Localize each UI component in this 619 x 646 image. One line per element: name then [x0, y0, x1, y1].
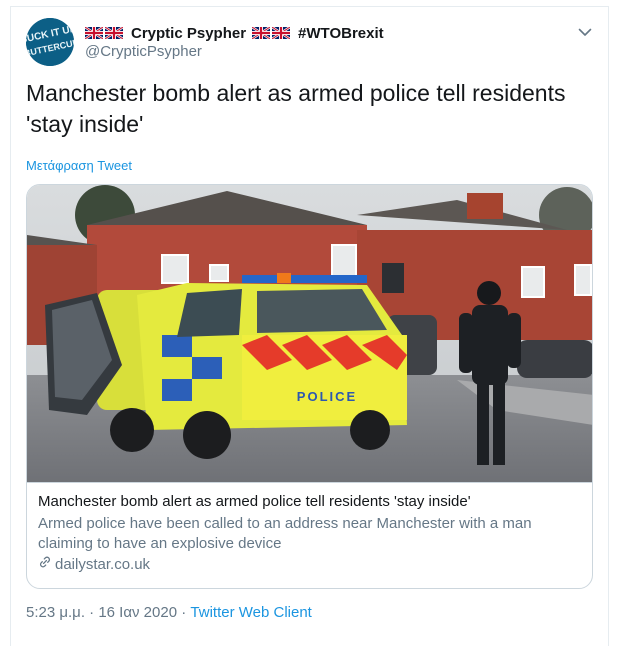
card-title: Manchester bomb alert as armed police te…	[38, 493, 471, 510]
display-name: Cryptic Psypher	[131, 24, 247, 42]
uk-flag-icon	[252, 27, 271, 39]
tweet: SUCK IT UP BUTTERCUP Cryptic Psypher #WT…	[10, 6, 609, 646]
tweet-time[interactable]: 5:23 μ.μ.	[26, 604, 85, 621]
card-domain-text: dailystar.co.uk	[55, 555, 151, 573]
author-handle[interactable]: @CrypticPsypher	[85, 43, 202, 60]
link-card[interactable]: POLICE Manchester bomb alert as armed po…	[26, 184, 593, 589]
tweet-client-link[interactable]: Twitter Web Client	[190, 604, 311, 621]
uk-flag-icon	[85, 27, 103, 39]
translate-tweet-link[interactable]: Μετάφραση Tweet	[26, 158, 132, 173]
avatar[interactable]: SUCK IT UP BUTTERCUP	[26, 18, 74, 66]
tweet-text: Manchester bomb alert as armed police te…	[26, 80, 566, 137]
card-image[interactable]: POLICE	[27, 185, 592, 482]
meta-separator: ·	[181, 604, 187, 621]
name-hashtag: #WTOBrexit	[298, 24, 384, 42]
card-description: Armed police have been called to an addr…	[38, 515, 532, 552]
link-icon	[38, 555, 55, 573]
card-image-police-label: POLICE	[297, 389, 357, 404]
uk-flag-icon	[105, 27, 123, 39]
author-name-row[interactable]: Cryptic Psypher #WTOBrexit	[85, 23, 384, 43]
meta-separator: ·	[89, 604, 95, 621]
tweet-meta: 5:23 μ.μ. · 16 Ιαν 2020 · Twitter Web Cl…	[26, 604, 312, 621]
tweet-date[interactable]: 16 Ιαν 2020	[98, 604, 177, 621]
uk-flag-icon	[272, 27, 291, 39]
card-body: Manchester bomb alert as armed police te…	[27, 482, 592, 588]
chevron-down-icon[interactable]	[576, 23, 594, 41]
card-domain: dailystar.co.uk	[38, 555, 150, 573]
